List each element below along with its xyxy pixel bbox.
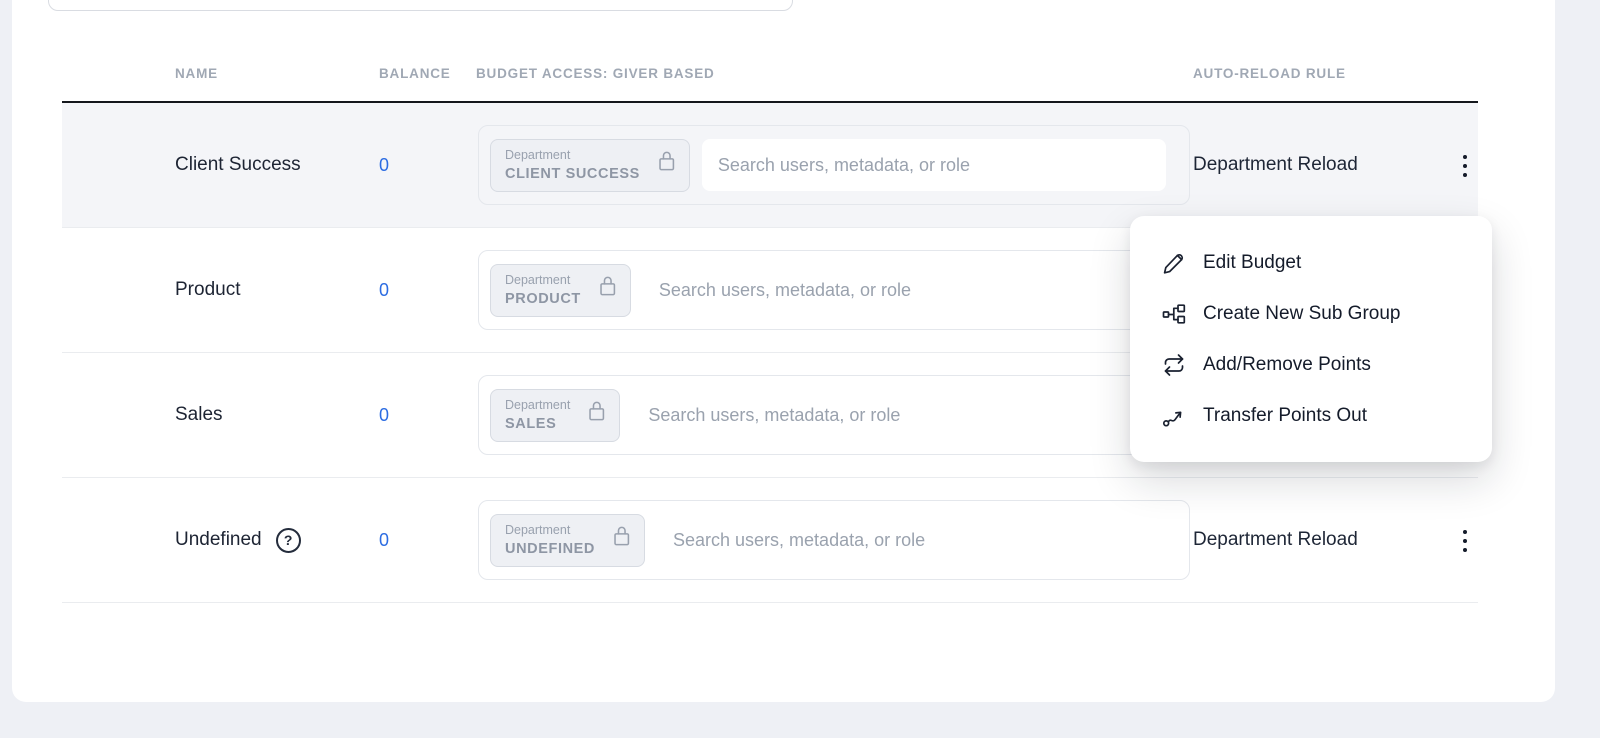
budget-access-field: Department PRODUCT	[478, 250, 1190, 330]
chip-value-label: UNDEFINED	[505, 541, 595, 557]
column-header-name: NAME	[175, 66, 218, 81]
table-row: Undefined ? 0 Department UNDEFINED Dep	[62, 478, 1478, 603]
group-name-label: Undefined	[175, 529, 262, 551]
chip-type-label: Department	[505, 273, 581, 287]
chip-value-label: CLIENT SUCCESS	[505, 166, 640, 182]
department-chip: Department UNDEFINED	[490, 514, 645, 567]
auto-reload-rule: Department Reload	[1193, 103, 1358, 227]
transfer-out-icon	[1162, 404, 1186, 428]
balance-link[interactable]: 0	[379, 353, 389, 477]
search-input[interactable]	[643, 264, 1166, 316]
top-cropped-panel	[48, 0, 793, 11]
column-header-auto-reload: AUTO-RELOAD RULE	[1193, 66, 1346, 81]
row-actions-kebab-icon[interactable]	[1450, 147, 1480, 185]
search-input[interactable]	[632, 389, 1166, 441]
subgroup-icon	[1162, 302, 1186, 326]
search-input[interactable]	[702, 139, 1166, 191]
column-header-budget-access: BUDGET ACCESS: GIVER BASED	[476, 66, 715, 81]
table-row: Client Success 0 Department CLIENT SUCCE…	[62, 103, 1478, 228]
help-question-icon[interactable]: ?	[276, 528, 301, 553]
lock-icon	[587, 399, 606, 423]
chip-type-label: Department	[505, 523, 595, 537]
budget-access-field: Department CLIENT SUCCESS	[478, 125, 1190, 205]
group-name: Client Success	[175, 103, 301, 227]
menu-item-add-remove-points[interactable]: Add/Remove Points	[1130, 339, 1492, 390]
lock-icon	[598, 274, 617, 298]
department-chip: Department PRODUCT	[490, 264, 631, 317]
auto-reload-rule: Department Reload	[1193, 478, 1358, 602]
menu-item-transfer-points-out[interactable]: Transfer Points Out	[1130, 390, 1492, 441]
department-chip-text: Department PRODUCT	[505, 273, 581, 307]
department-chip-text: Department CLIENT SUCCESS	[505, 148, 640, 182]
balance-link[interactable]: 0	[379, 478, 389, 602]
menu-item-create-sub-group[interactable]: Create New Sub Group	[1130, 288, 1492, 339]
department-chip-text: Department UNDEFINED	[505, 523, 595, 557]
chip-value-label: PRODUCT	[505, 291, 581, 307]
column-header-balance: BALANCE	[379, 66, 451, 81]
group-name: Sales	[175, 353, 223, 477]
pencil-icon	[1162, 251, 1186, 275]
chip-value-label: SALES	[505, 416, 570, 432]
group-name: Product	[175, 228, 240, 352]
search-input[interactable]	[657, 514, 1166, 566]
budget-access-field: Department SALES	[478, 375, 1190, 455]
lock-icon	[657, 149, 676, 173]
balance-link[interactable]: 0	[379, 228, 389, 352]
department-chip: Department CLIENT SUCCESS	[490, 139, 690, 192]
lock-icon	[612, 524, 631, 548]
group-name: Undefined ?	[175, 478, 301, 602]
group-name-label: Sales	[175, 404, 223, 426]
group-name-label: Product	[175, 279, 240, 301]
row-actions-kebab-icon[interactable]	[1450, 522, 1480, 560]
menu-item-label: Add/Remove Points	[1203, 354, 1371, 376]
balance-link[interactable]: 0	[379, 103, 389, 227]
menu-item-label: Create New Sub Group	[1203, 303, 1401, 325]
group-name-label: Client Success	[175, 154, 301, 176]
chip-type-label: Department	[505, 398, 570, 412]
chip-type-label: Department	[505, 148, 640, 162]
budget-access-field: Department UNDEFINED	[478, 500, 1190, 580]
department-chip-text: Department SALES	[505, 398, 570, 432]
swap-arrows-icon	[1162, 353, 1186, 377]
department-chip: Department SALES	[490, 389, 620, 442]
menu-item-edit-budget[interactable]: Edit Budget	[1130, 237, 1492, 288]
row-actions-menu: Edit Budget Create New Sub Group Add/Rem…	[1130, 216, 1492, 462]
menu-item-label: Edit Budget	[1203, 252, 1301, 274]
menu-item-label: Transfer Points Out	[1203, 405, 1367, 427]
